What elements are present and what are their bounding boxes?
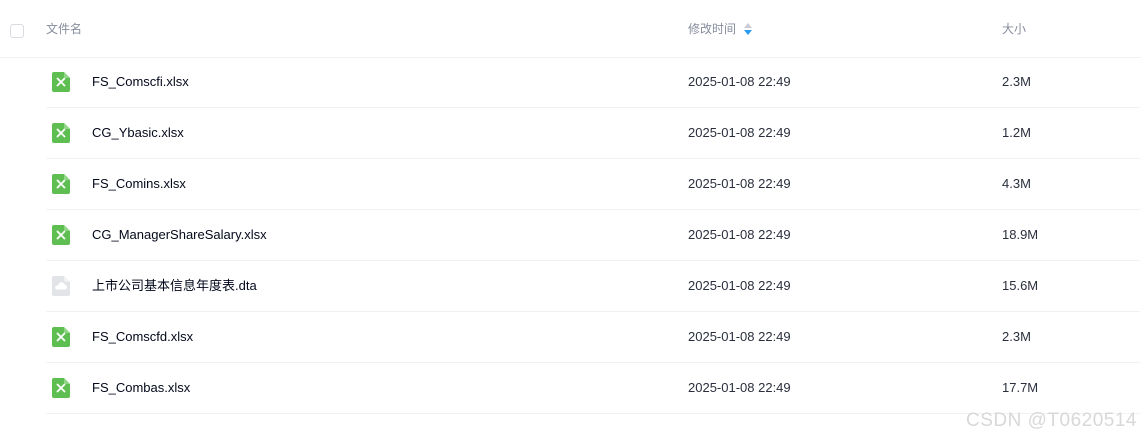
file-modified-time: 2025-01-08 22:49 — [688, 329, 791, 344]
file-row[interactable]: CG_Ybasic.xlsx 2025-01-08 22:49 1.2M — [46, 108, 1140, 159]
file-list-header: 文件名 修改时间 大小 — [0, 0, 1141, 58]
file-modified-time: 2025-01-08 22:49 — [688, 176, 791, 191]
column-header-size-label: 大小 — [1002, 22, 1027, 36]
sort-icon[interactable] — [744, 22, 753, 35]
file-row[interactable]: CG_ManagerShareSalary.xlsx 2025-01-08 22… — [46, 210, 1140, 261]
file-size: 17.7M — [1002, 380, 1039, 395]
file-modified-time: 2025-01-08 22:49 — [688, 227, 791, 242]
file-modified-time: 2025-01-08 22:49 — [688, 74, 791, 89]
file-size: 4.3M — [1002, 176, 1031, 191]
file-name[interactable]: FS_Comscfd.xlsx — [92, 312, 193, 362]
file-size: 2.3M — [1002, 329, 1031, 344]
excel-file-icon — [52, 327, 70, 347]
select-all-checkbox[interactable] — [10, 24, 24, 38]
file-name[interactable]: CG_ManagerShareSalary.xlsx — [92, 210, 267, 260]
file-size: 18.9M — [1002, 227, 1039, 242]
file-row[interactable]: FS_Comscfi.xlsx 2025-01-08 22:49 2.3M — [46, 57, 1140, 108]
excel-file-icon — [52, 174, 70, 194]
file-modified-time: 2025-01-08 22:49 — [688, 125, 791, 140]
excel-file-icon — [52, 123, 70, 143]
column-header-size[interactable]: 大小 — [1002, 0, 1026, 57]
file-row[interactable]: FS_Comins.xlsx 2025-01-08 22:49 4.3M — [46, 159, 1140, 210]
file-name[interactable]: CG_Ybasic.xlsx — [92, 108, 184, 158]
generic-file-icon — [52, 276, 70, 296]
file-size: 2.3M — [1002, 74, 1031, 89]
file-name[interactable]: FS_Comins.xlsx — [92, 159, 186, 209]
file-name[interactable]: 上市公司基本信息年度表.dta — [92, 261, 257, 311]
file-size: 15.6M — [1002, 278, 1039, 293]
file-size: 1.2M — [1002, 125, 1031, 140]
file-row[interactable]: FS_Comscfd.xlsx 2025-01-08 22:49 2.3M — [46, 312, 1140, 363]
column-header-time-label: 修改时间 — [688, 22, 737, 36]
column-header-name-label: 文件名 — [46, 22, 83, 36]
file-name[interactable]: FS_Combas.xlsx — [92, 363, 190, 413]
excel-file-icon — [52, 378, 70, 398]
file-modified-time: 2025-01-08 22:49 — [688, 278, 791, 293]
excel-file-icon — [52, 225, 70, 245]
column-header-name[interactable]: 文件名 — [46, 0, 82, 57]
file-modified-time: 2025-01-08 22:49 — [688, 380, 791, 395]
excel-file-icon — [52, 72, 70, 92]
column-header-time[interactable]: 修改时间 — [688, 0, 753, 57]
file-name[interactable]: FS_Comscfi.xlsx — [92, 57, 189, 107]
file-row[interactable]: 上市公司基本信息年度表.dta 2025-01-08 22:49 15.6M — [46, 261, 1140, 312]
watermark: CSDN @T0620514 — [966, 410, 1137, 431]
file-row[interactable]: FS_Combas.xlsx 2025-01-08 22:49 17.7M — [46, 363, 1140, 414]
